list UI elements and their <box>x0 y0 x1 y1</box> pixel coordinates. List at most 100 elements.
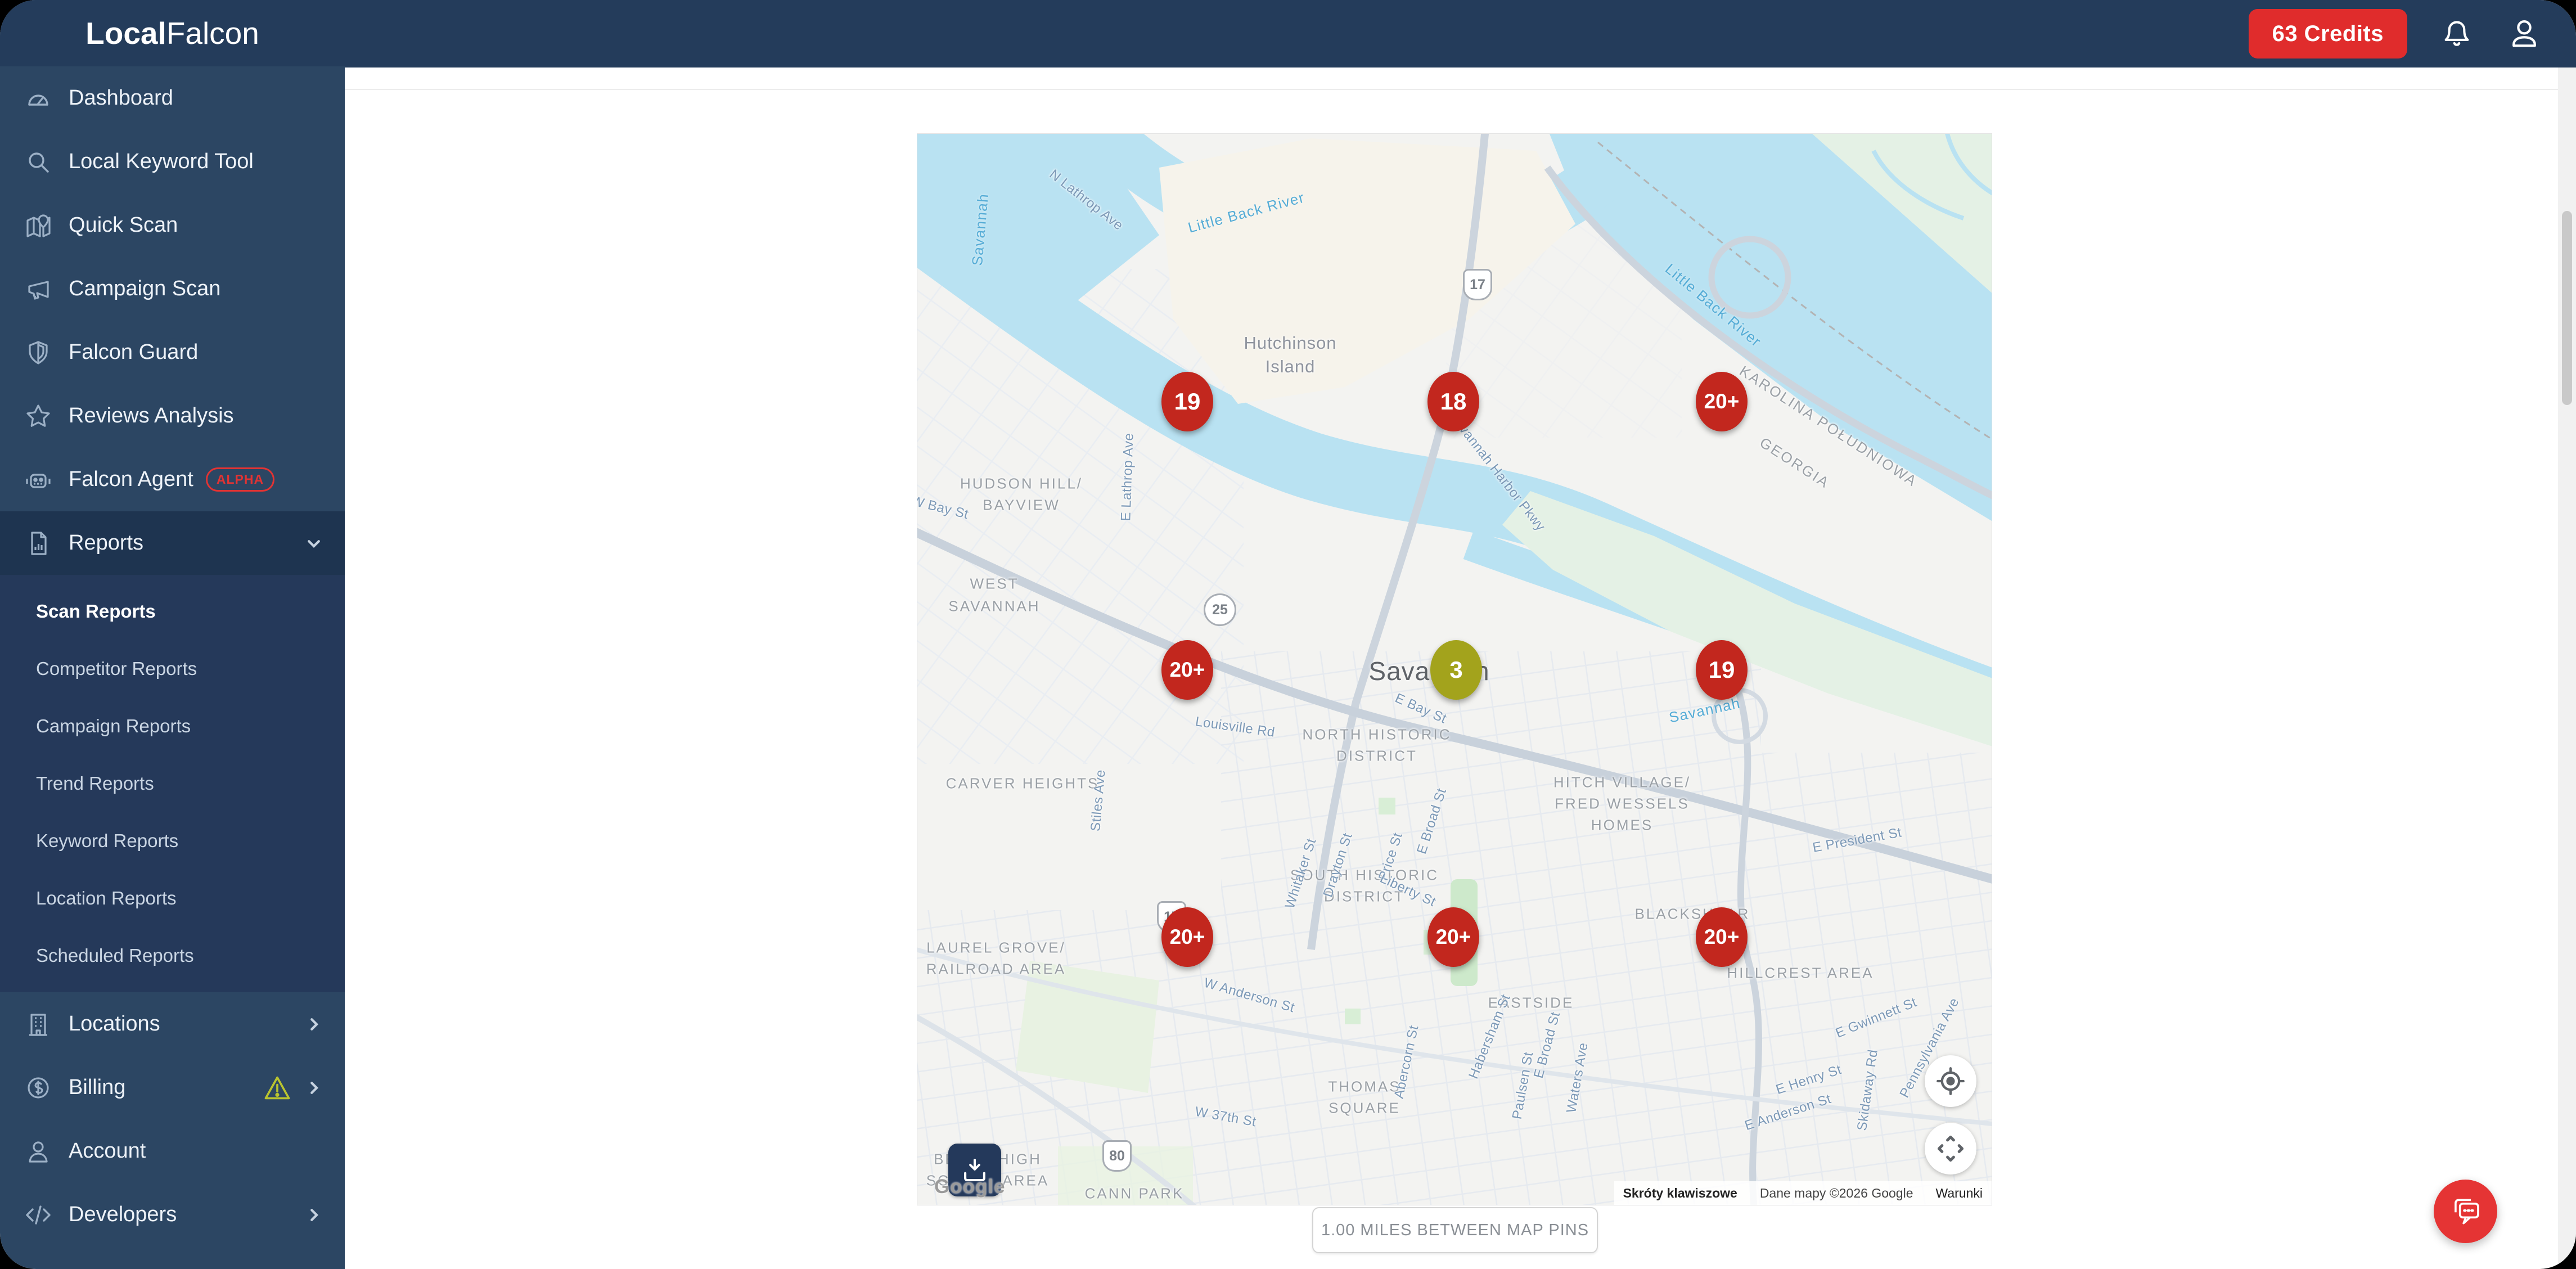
pan-arrows-icon <box>1937 1135 1964 1162</box>
scan-map[interactable]: Hutchinson Island HUDSON HILL/ BAYVIEW W… <box>917 133 1992 1205</box>
map-area-label: HOMES <box>1591 816 1654 834</box>
warning-icon <box>264 1076 290 1099</box>
map-area-label: SOUTH HISTORIC <box>1290 866 1439 884</box>
account-button[interactable] <box>2506 16 2542 52</box>
keyboard-shortcuts-link[interactable]: Skróty klawiszowe <box>1623 1186 1737 1201</box>
brand-bold: Local <box>85 16 166 51</box>
map-area-label: DISTRICT <box>1336 747 1417 764</box>
chat-icon <box>2454 1199 2479 1224</box>
route-shield: 25 <box>1204 593 1236 626</box>
dollar-icon <box>28 1077 49 1099</box>
submenu-label: Scheduled Reports <box>36 945 194 966</box>
sidebar-item-label: Reports <box>69 531 144 555</box>
notifications-button[interactable] <box>2439 16 2475 52</box>
sidebar-item-label: Quick Scan <box>69 213 178 237</box>
submenu-label: Trend Reports <box>36 773 154 794</box>
sidebar-item-account[interactable]: Account <box>0 1119 345 1183</box>
map-area-label: HITCH VILLAGE/ <box>1553 773 1691 791</box>
map-pin-icon <box>26 214 51 237</box>
submenu-item-location-reports[interactable]: Location Reports <box>0 870 345 927</box>
submenu-item-trend-reports[interactable]: Trend Reports <box>0 755 345 812</box>
sidebar-item-reports[interactable]: Reports <box>0 511 345 575</box>
submenu-label: Scan Reports <box>36 601 156 622</box>
support-chat-button[interactable] <box>2434 1180 2497 1243</box>
submenu-label: Campaign Reports <box>36 716 191 736</box>
sidebar-item-campaign-scan[interactable]: Campaign Scan <box>0 257 345 321</box>
map-area-label: BAYVIEW <box>983 496 1060 514</box>
chevron-down-icon <box>308 539 320 548</box>
sidebar-item-label: Locations <box>69 1012 160 1036</box>
route-shield: 80 <box>1102 1140 1132 1172</box>
google-logo[interactable]: Google <box>934 1176 1006 1198</box>
rank-pin[interactable]: 3 <box>1430 640 1482 700</box>
map-attribution: Skróty klawiszowe Dane mapy ©2026 Google… <box>1614 1181 1992 1205</box>
map-area-label: LAUREL GROVE/ <box>926 939 1066 956</box>
rank-pin[interactable]: 20+ <box>1427 907 1479 967</box>
rank-pin[interactable]: 20+ <box>1696 907 1748 967</box>
pin-distance-note: 1.00 MILES BETWEEN MAP PINS <box>1312 1207 1598 1253</box>
sidebar-item-local-keyword-tool[interactable]: Local Keyword Tool <box>0 130 345 194</box>
reports-submenu: Scan Reports Competitor Reports Campaign… <box>0 575 345 992</box>
submenu-label: Location Reports <box>36 888 177 908</box>
megaphone-icon <box>28 280 49 300</box>
chevron-right-icon <box>310 1081 319 1094</box>
rank-pin[interactable]: 19 <box>1161 372 1213 431</box>
credits-badge[interactable]: 63 Credits <box>2248 9 2407 58</box>
sidebar-item-locations[interactable]: Locations <box>0 992 345 1056</box>
map-area-label: CARVER HEIGHTS <box>945 775 1100 792</box>
map-area-label: THOMAS <box>1328 1078 1401 1095</box>
rank-pin[interactable]: 19 <box>1696 640 1748 700</box>
sidebar-item-label: Dashboard <box>69 86 173 110</box>
scrollbar-thumb[interactable] <box>2562 211 2572 405</box>
sidebar-item-developers[interactable]: Developers <box>0 1183 345 1246</box>
code-icon <box>26 1205 51 1225</box>
sidebar-item-falcon-guard[interactable]: Falcon Guard <box>0 321 345 384</box>
scrollbar-track[interactable] <box>2558 68 2576 1269</box>
locate-icon <box>1936 1067 1965 1095</box>
sidebar-item-dashboard[interactable]: Dashboard <box>0 66 345 130</box>
map-area-label: FRED WESSELS <box>1555 795 1690 812</box>
building-icon <box>29 1013 47 1036</box>
map-area-label: WEST <box>970 575 1019 592</box>
submenu-item-scheduled-reports[interactable]: Scheduled Reports <box>0 927 345 984</box>
map-area-label: RAILROAD AREA <box>926 960 1066 978</box>
dashboard-icon <box>28 94 48 106</box>
pan-button[interactable] <box>1925 1123 1976 1174</box>
map-area-label: CANN PARK <box>1084 1185 1185 1202</box>
rank-pin[interactable]: 20+ <box>1161 907 1213 967</box>
sidebar-item-falcon-agent[interactable]: Falcon Agent ALPHA <box>0 448 345 511</box>
submenu-item-campaign-reports[interactable]: Campaign Reports <box>0 698 345 755</box>
chevron-right-icon <box>310 1018 319 1030</box>
person-icon <box>29 1141 48 1163</box>
sidebar-item-label: Billing <box>69 1076 126 1099</box>
sidebar-item-quick-scan[interactable]: Quick Scan <box>0 194 345 257</box>
map-area-label: NORTH HISTORIC <box>1302 726 1452 743</box>
rank-pin[interactable]: 18 <box>1427 372 1479 431</box>
sidebar-item-label: Local Keyword Tool <box>69 150 254 173</box>
rank-pin[interactable]: 20+ <box>1696 372 1748 431</box>
sidebar-item-label: Falcon Agent <box>69 467 193 491</box>
map-area-label: SAVANNAH <box>948 597 1041 615</box>
search-icon <box>29 152 49 173</box>
terms-link[interactable]: Warunki <box>1936 1186 1983 1201</box>
brand-logo[interactable]: Local Falcon <box>0 0 345 66</box>
content-divider <box>345 89 2558 90</box>
app-window: Local Falcon Dashboard Local Keyword Tool… <box>0 0 2576 1269</box>
sidebar: Local Falcon Dashboard Local Keyword Tool… <box>0 0 345 1269</box>
sidebar-item-label: Developers <box>69 1203 177 1226</box>
my-location-button[interactable] <box>1925 1055 1976 1107</box>
submenu-item-scan-reports[interactable]: Scan Reports <box>0 583 345 640</box>
sidebar-item-billing[interactable]: Billing <box>0 1056 345 1119</box>
route-shield: 17 <box>1463 269 1492 300</box>
sidebar-item-label: Falcon Guard <box>69 340 199 364</box>
rank-pin[interactable]: 20+ <box>1161 640 1213 700</box>
sidebar-item-label: Campaign Scan <box>69 277 221 300</box>
submenu-item-keyword-reports[interactable]: Keyword Reports <box>0 812 345 870</box>
map-area-label: HUDSON HILL/ <box>960 475 1083 492</box>
submenu-item-competitor-reports[interactable]: Competitor Reports <box>0 640 345 698</box>
submenu-label: Competitor Reports <box>36 658 197 679</box>
sidebar-item-reviews-analysis[interactable]: Reviews Analysis <box>0 384 345 448</box>
robot-icon <box>26 473 51 488</box>
map-area-label: HILLCREST AREA <box>1727 964 1874 982</box>
map-street-label: E Lathrop Ave <box>1118 433 1137 521</box>
